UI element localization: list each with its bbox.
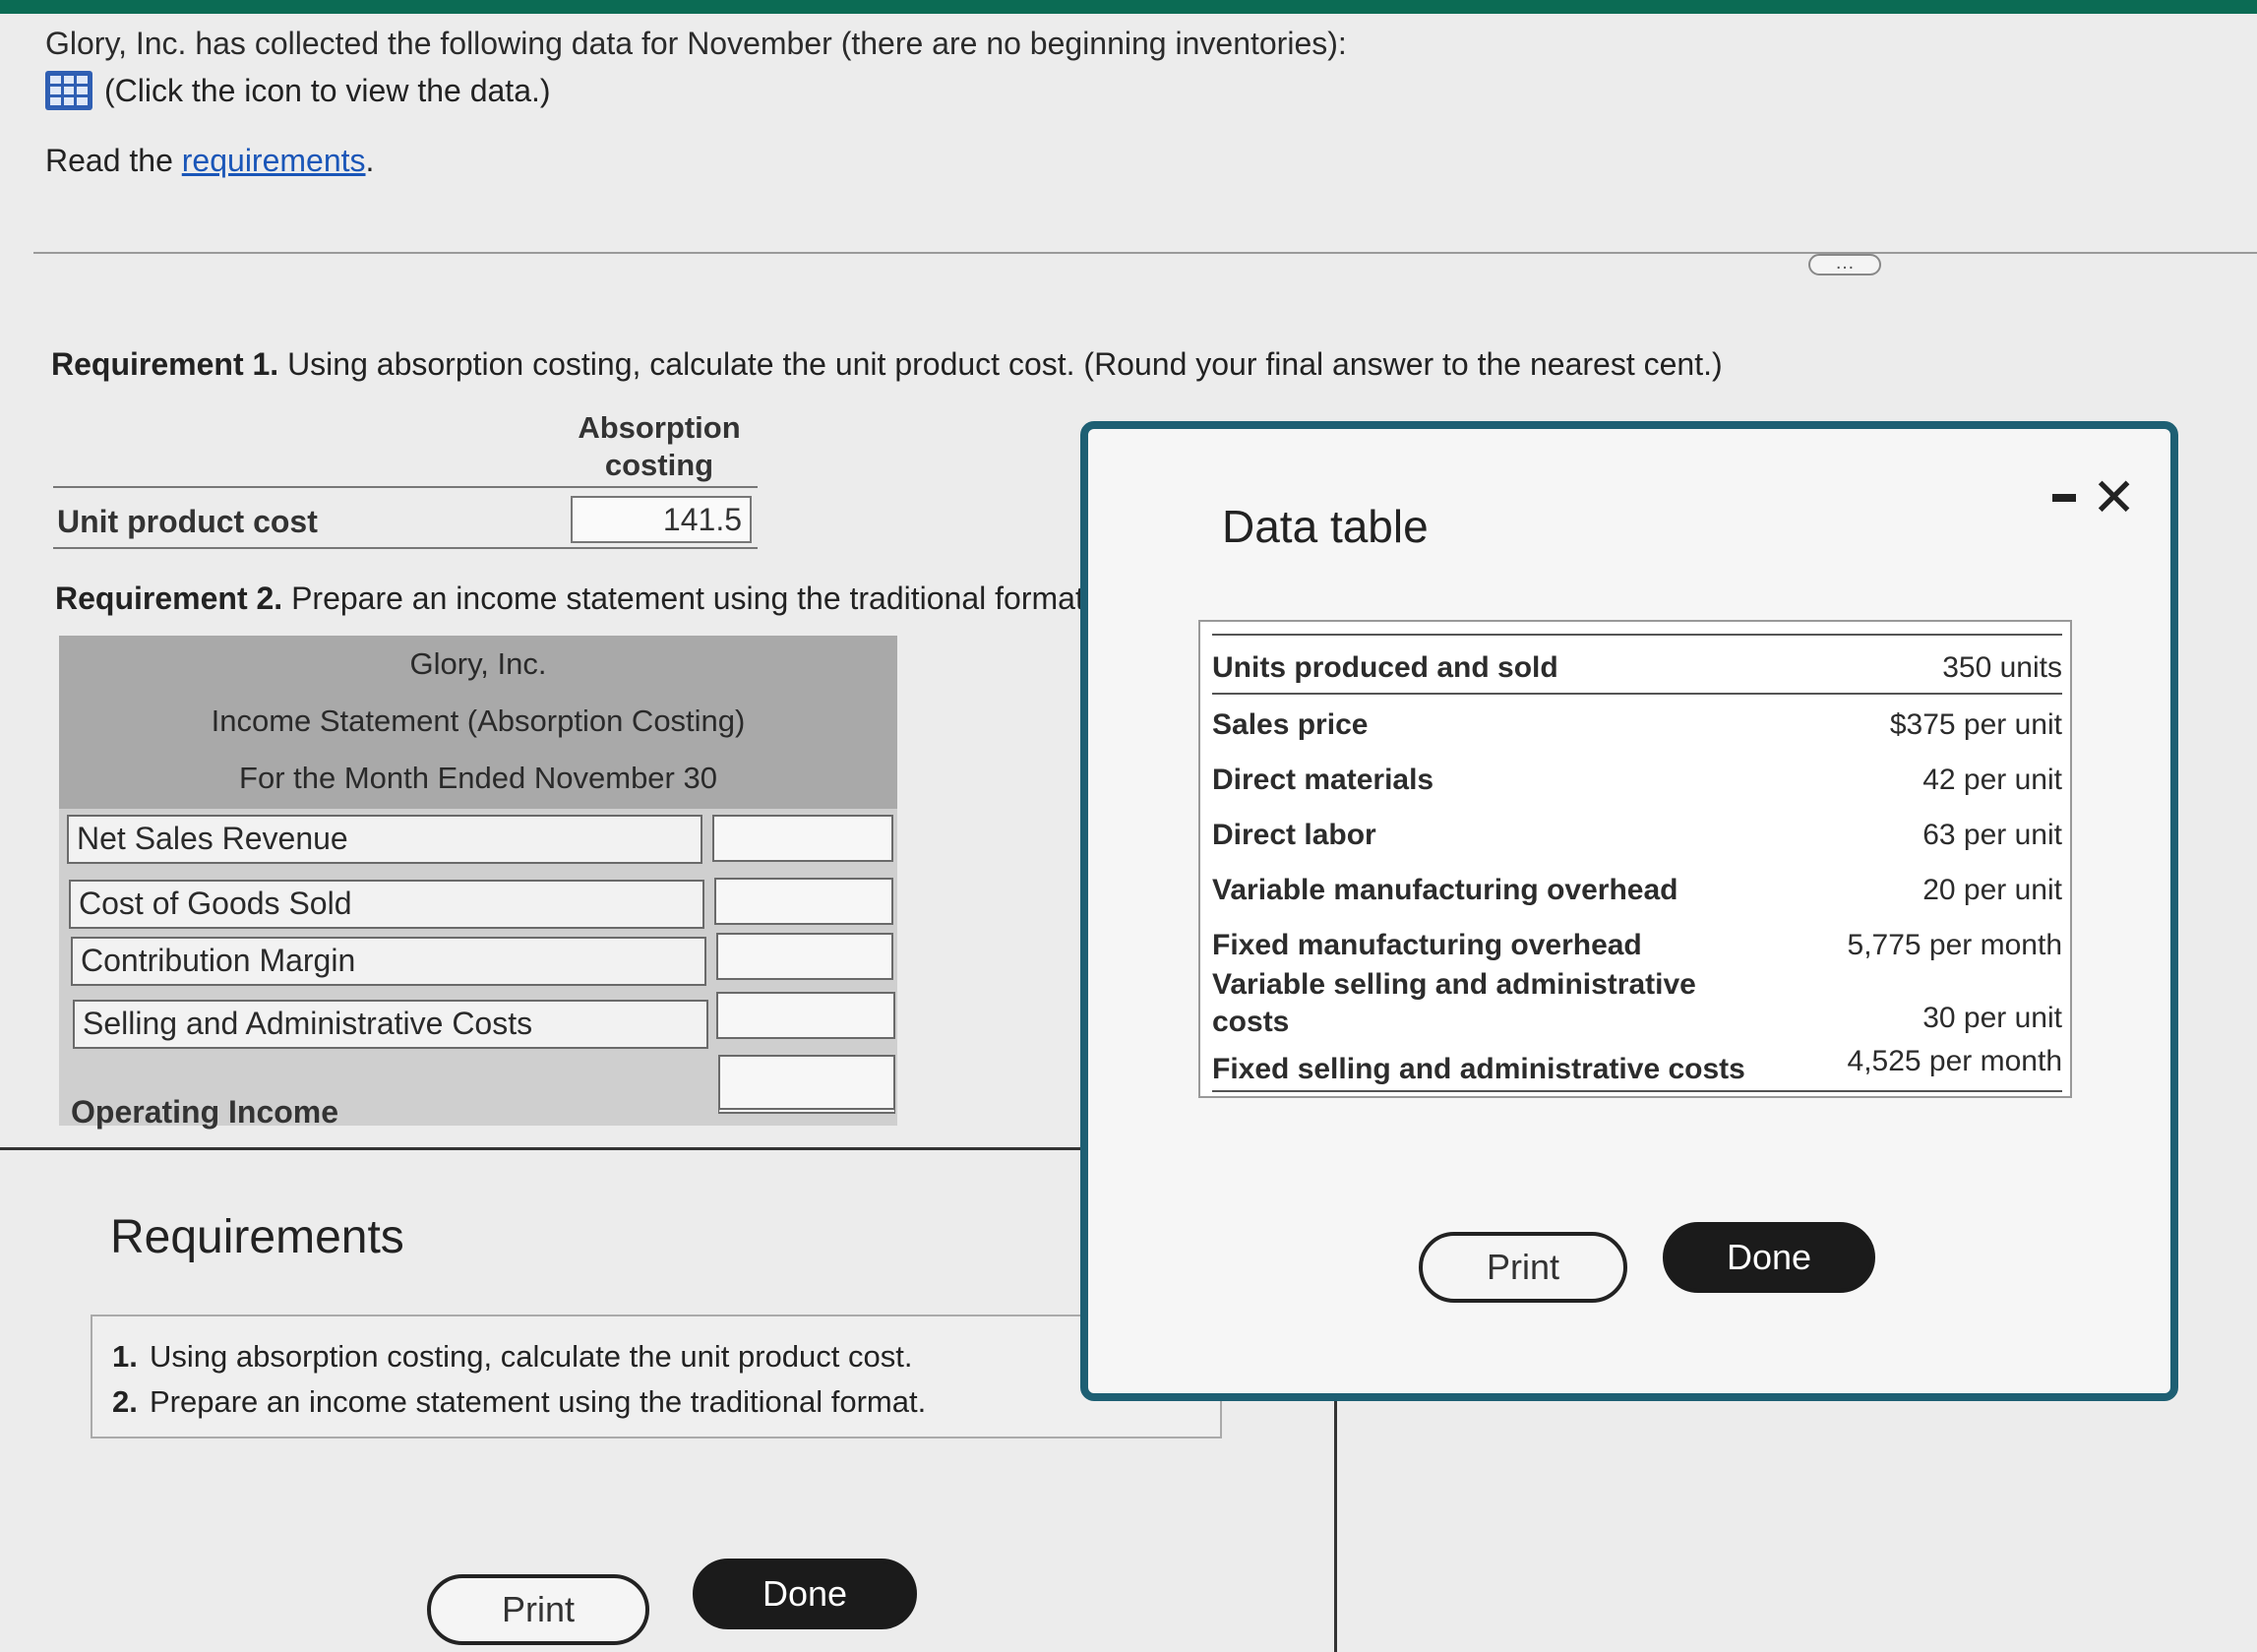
requirement-1-prompt: Requirement 1. Using absorption costing,… xyxy=(51,346,1723,383)
statement-company: Glory, Inc. xyxy=(409,646,547,681)
operating-income-input[interactable] xyxy=(718,1055,895,1114)
row-label: Direct materials xyxy=(1212,764,1434,796)
table-bottom-rule xyxy=(1212,1090,2062,1092)
row-label: Variable manufacturing overhead xyxy=(1212,874,1678,906)
operating-income-label: Operating Income xyxy=(71,1094,339,1130)
requirements-done-button[interactable]: Done xyxy=(693,1559,917,1629)
requirements-link[interactable]: requirements xyxy=(182,143,366,178)
row-value: 350 units xyxy=(1942,651,2062,684)
row-label: Units produced and sold xyxy=(1212,651,1558,684)
requirement-item: 2. Prepare an income statement using the … xyxy=(112,1379,1200,1425)
requirement-2-text: Prepare an income statement using the tr… xyxy=(282,581,1093,616)
statement-row-label-select[interactable]: Contribution Margin xyxy=(71,937,706,986)
minimize-icon[interactable] xyxy=(2052,494,2076,502)
statement-title: Income Statement (Absorption Costing) xyxy=(211,704,746,738)
requirement-2-label: Requirement 2. xyxy=(55,581,283,616)
row-label: Variable selling and administrative cost… xyxy=(1212,968,1696,1038)
requirement-item: 1. Using absorption costing, calculate th… xyxy=(112,1334,1200,1379)
header-rule xyxy=(53,486,758,488)
statement-row-label-select[interactable]: Net Sales Revenue xyxy=(67,815,702,864)
data-table: Units produced and sold 350 units Sales … xyxy=(1198,620,2072,1098)
table-top-rule xyxy=(1212,634,2062,636)
panel-border-line xyxy=(0,1147,1082,1150)
table-header-rule xyxy=(1212,693,2062,695)
requirements-print-button[interactable]: Print xyxy=(427,1574,649,1645)
more-button[interactable]: … xyxy=(1808,253,1881,275)
close-icon[interactable]: ✕ xyxy=(2092,466,2136,528)
statement-row-amount-input[interactable] xyxy=(716,933,893,980)
requirements-list: 1. Using absorption costing, calculate th… xyxy=(112,1334,1200,1425)
row-value: 20 per unit xyxy=(1922,874,2062,906)
read-requirements-line: Read the requirements. xyxy=(45,143,374,179)
dialog-title: Data table xyxy=(1222,501,1429,552)
row-label: Direct labor xyxy=(1212,819,1376,851)
panel-divider-line xyxy=(1334,1389,1337,1652)
statement-row-amount-input[interactable] xyxy=(712,815,893,862)
requirement-number: 1. xyxy=(112,1339,138,1374)
statement-row-amount-input[interactable] xyxy=(716,992,895,1039)
unit-product-cost-label: Unit product cost xyxy=(57,504,318,539)
requirement-number: 2. xyxy=(112,1384,138,1419)
read-prefix: Read the xyxy=(45,143,182,178)
row-value: 4,525 per month xyxy=(1847,1045,2062,1077)
unit-product-cost-input[interactable] xyxy=(571,496,752,543)
requirement-text: Prepare an income statement using the tr… xyxy=(150,1384,927,1419)
row-rule xyxy=(53,547,758,549)
row-value: 30 per unit xyxy=(1922,1002,2062,1034)
data-table-icon[interactable] xyxy=(45,71,92,110)
row-value: 42 per unit xyxy=(1922,764,2062,796)
row-value: 5,775 per month xyxy=(1847,929,2062,961)
requirement-text: Using absorption costing, calculate the … xyxy=(150,1339,913,1374)
requirement-2-prompt: Requirement 2. Prepare an income stateme… xyxy=(55,581,1093,617)
read-suffix: . xyxy=(365,143,375,178)
requirement-1-text: Using absorption costing, calculate the … xyxy=(278,346,1723,382)
top-accent-bar xyxy=(0,0,2257,14)
income-statement-header: Glory, Inc. Income Statement (Absorption… xyxy=(59,636,897,809)
row-value: $375 per unit xyxy=(1889,708,2062,741)
section-divider xyxy=(33,252,2257,254)
view-data-line: (Click the icon to view the data.) xyxy=(45,71,551,110)
requirements-panel-title: Requirements xyxy=(110,1211,404,1263)
requirement-1-label: Requirement 1. xyxy=(51,346,279,382)
income-statement-body: Net Sales Revenue Cost of Goods Sold Con… xyxy=(59,809,897,1130)
statement-row-amount-input[interactable] xyxy=(714,878,893,925)
absorption-costing-header: Absorption costing xyxy=(578,410,741,482)
row-label: Fixed manufacturing overhead xyxy=(1212,929,1642,961)
data-table-dialog: Data table ✕ Units produced and sold 350… xyxy=(1080,421,2178,1401)
row-value: 63 per unit xyxy=(1922,819,2062,851)
data-done-button[interactable]: Done xyxy=(1663,1222,1875,1293)
row-label: Fixed selling and administrative costs xyxy=(1212,1053,1745,1085)
statement-row-label-select[interactable]: Cost of Goods Sold xyxy=(69,880,704,929)
statement-row-label-select[interactable]: Selling and Administrative Costs xyxy=(73,1000,708,1049)
data-print-button[interactable]: Print xyxy=(1419,1232,1627,1303)
intro-text: Glory, Inc. has collected the following … xyxy=(45,26,1347,61)
requirements-list-box: 1. Using absorption costing, calculate th… xyxy=(91,1315,1222,1438)
row-label: Sales price xyxy=(1212,708,1369,741)
view-data-text: (Click the icon to view the data.) xyxy=(104,72,551,108)
statement-period: For the Month Ended November 30 xyxy=(239,761,717,795)
